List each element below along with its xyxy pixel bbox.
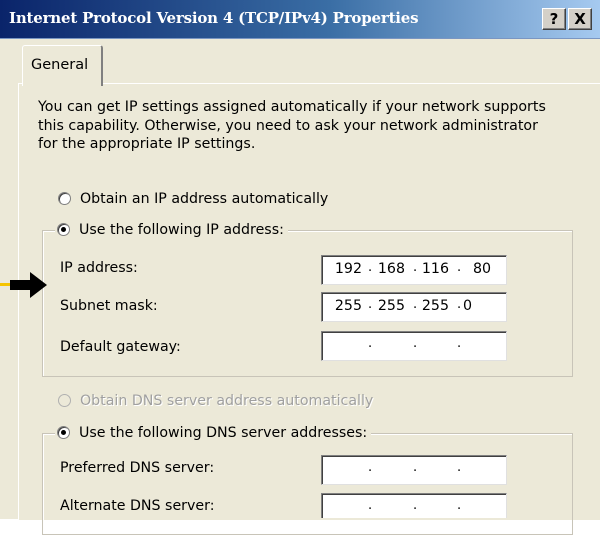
default-gateway-label: Default gateway: xyxy=(60,339,181,355)
tab-general-label: General xyxy=(31,57,89,73)
use-following-ip-radio[interactable]: Use the following IP address: xyxy=(55,220,288,240)
radio-checked-icon[interactable] xyxy=(57,425,70,439)
intro-line: this capability. Otherwise, you need to … xyxy=(38,117,538,134)
subnet-mask-label: Subnet mask: xyxy=(60,298,158,314)
annotation-line xyxy=(0,283,10,286)
octet: 255 xyxy=(334,298,362,314)
default-gateway-field[interactable]: . . . xyxy=(321,331,507,361)
intro-line: You can get IP settings assigned automat… xyxy=(38,99,546,115)
preferred-dns-field[interactable]: . . . xyxy=(321,455,507,485)
intro-text: You can get IP settings assigned automat… xyxy=(38,98,578,154)
octet: 0 xyxy=(462,298,472,314)
preferred-dns-label: Preferred DNS server: xyxy=(60,460,215,476)
window-title: Internet Protocol Version 4 (TCP/IPv4) P… xyxy=(9,9,419,27)
tab-strip: General xyxy=(0,38,600,86)
tab-general[interactable]: General xyxy=(22,45,103,86)
tcpip-properties-dialog: Internet Protocol Version 4 (TCP/IPv4) P… xyxy=(0,0,600,535)
title-bar[interactable]: Internet Protocol Version 4 (TCP/IPv4) P… xyxy=(0,0,600,39)
ip-address-field[interactable]: 192 . 168 . 116 . 80 xyxy=(321,255,507,285)
octet-separator: . xyxy=(413,336,418,351)
octet: 116 xyxy=(421,261,449,277)
help-button[interactable]: ? xyxy=(542,8,566,30)
octet: 168 xyxy=(377,261,405,277)
pointer-arrow-icon xyxy=(0,272,47,298)
octet: 192 xyxy=(334,261,362,277)
arrow-head xyxy=(10,272,47,298)
octet-separator: . xyxy=(368,498,373,513)
octet-separator: . xyxy=(413,498,418,513)
intro-line: for the appropriate IP settings. xyxy=(38,136,256,152)
use-following-dns-label: Use the following DNS server addresses: xyxy=(79,425,368,441)
octet: 255 xyxy=(377,298,405,314)
alternate-dns-field[interactable]: . . . xyxy=(321,493,507,518)
close-button[interactable]: X xyxy=(568,8,592,30)
use-following-dns-radio[interactable]: Use the following DNS server addresses: xyxy=(55,423,372,443)
use-following-ip-label: Use the following IP address: xyxy=(79,222,284,238)
subnet-mask-field[interactable]: 255 . 255 . 255 . 0 xyxy=(321,292,507,322)
obtain-dns-auto-radio[interactable]: Obtain DNS server address automatically xyxy=(58,393,373,413)
octet-separator: . xyxy=(368,336,373,351)
octet-separator: . xyxy=(457,336,462,351)
radio-disabled-icon[interactable] xyxy=(58,393,71,407)
octet: 80 xyxy=(472,261,491,277)
octet-separator: . xyxy=(457,460,462,475)
ip-address-label: IP address: xyxy=(60,260,138,276)
alternate-dns-label: Alternate DNS server: xyxy=(60,498,215,514)
radio-icon[interactable] xyxy=(58,191,71,205)
obtain-ip-auto-label: Obtain an IP address automatically xyxy=(80,191,329,207)
obtain-dns-auto-label: Obtain DNS server address automatically xyxy=(80,393,374,409)
octet-separator: . xyxy=(457,498,462,513)
radio-checked-icon[interactable] xyxy=(57,222,70,236)
octet-separator: . xyxy=(413,460,418,475)
obtain-ip-auto-radio[interactable]: Obtain an IP address automatically xyxy=(58,191,328,211)
octet-separator: . xyxy=(368,460,373,475)
